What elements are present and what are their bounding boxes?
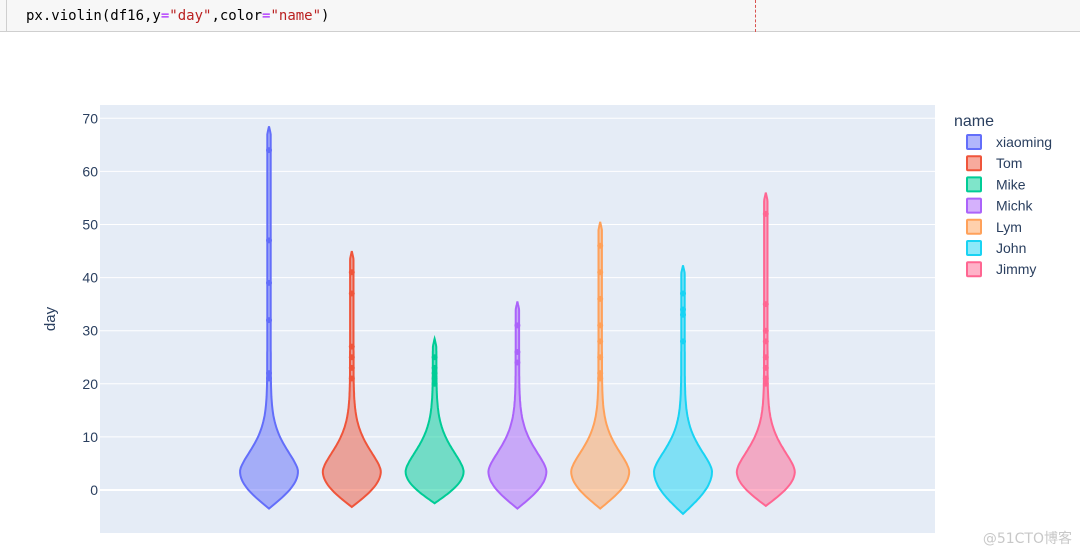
outlier-point[interactable] <box>597 375 604 382</box>
legend-swatch <box>966 197 982 214</box>
legend-item-Mike[interactable]: Mike <box>966 176 1026 193</box>
legend-label: John <box>996 240 1026 256</box>
legend-label: Tom <box>996 155 1022 171</box>
outlier-point[interactable] <box>680 290 686 297</box>
outlier-point[interactable] <box>431 364 438 371</box>
legend-title: name <box>954 113 994 130</box>
outlier-point[interactable] <box>597 354 604 361</box>
legend-label: Jimmy <box>996 261 1036 277</box>
outlier-point[interactable] <box>597 269 604 276</box>
y-tick-label: 70 <box>82 110 98 126</box>
outlier-point[interactable] <box>762 364 769 371</box>
y-tick-label: 0 <box>90 482 98 498</box>
legend-swatch <box>966 240 982 256</box>
y-tick-label: 30 <box>82 323 98 339</box>
outlier-point[interactable] <box>266 375 272 382</box>
outlier-point[interactable] <box>762 327 769 334</box>
outlier-point[interactable] <box>514 348 521 355</box>
legend-swatch <box>966 261 982 278</box>
outlier-point[interactable] <box>680 338 686 345</box>
legend-swatch <box>966 218 982 235</box>
outlier-point[interactable] <box>597 322 604 329</box>
outlier-point[interactable] <box>266 147 272 154</box>
outlier-point[interactable] <box>597 295 604 302</box>
legend-item-Jimmy[interactable]: Jimmy <box>966 261 1036 278</box>
outlier-point[interactable] <box>431 375 438 382</box>
legend-item-Michk[interactable]: Michk <box>966 197 1034 214</box>
legend-item-Tom[interactable]: Tom <box>966 155 1022 172</box>
outlier-point[interactable] <box>431 380 438 387</box>
outlier-point[interactable] <box>680 306 686 313</box>
outlier-point[interactable] <box>762 301 769 308</box>
legend: xiaoming Tom Mike Michk Lym John Jimmy <box>966 134 1052 278</box>
watermark: @51CTO博客 <box>982 531 1072 547</box>
legend-swatch <box>966 155 982 172</box>
y-tick-label: 20 <box>82 376 98 392</box>
y-axis-label: day <box>42 306 59 331</box>
legend-item-xiaoming[interactable]: xiaoming <box>966 134 1052 150</box>
outlier-point[interactable] <box>514 322 521 329</box>
outlier-point[interactable] <box>762 338 769 345</box>
violin-chart[interactable]: 0 10 20 30 40 50 60 70 day name xiaoming Tom Mike… <box>0 0 1080 556</box>
legend-label: Mike <box>996 176 1026 192</box>
outlier-point[interactable] <box>680 311 686 318</box>
outlier-point[interactable] <box>348 269 355 276</box>
outlier-point[interactable] <box>348 343 355 350</box>
legend-label: Michk <box>996 198 1034 214</box>
outlier-point[interactable] <box>348 354 355 361</box>
outlier-point[interactable] <box>597 338 604 345</box>
y-tick-label: 60 <box>82 163 98 179</box>
outlier-point[interactable] <box>348 290 355 297</box>
outlier-point[interactable] <box>266 279 272 286</box>
outlier-point[interactable] <box>762 380 769 387</box>
legend-swatch <box>966 176 982 193</box>
outlier-point[interactable] <box>762 210 769 217</box>
outlier-point[interactable] <box>431 354 438 361</box>
y-tick-label: 50 <box>82 217 98 233</box>
outlier-point[interactable] <box>514 359 521 366</box>
legend-label: Lym <box>996 219 1022 235</box>
legend-item-Lym[interactable]: Lym <box>966 218 1022 235</box>
outlier-point[interactable] <box>762 354 769 361</box>
outlier-point[interactable] <box>266 237 272 244</box>
legend-item-John[interactable]: John <box>966 240 1026 256</box>
outlier-point[interactable] <box>348 364 355 371</box>
outlier-point[interactable] <box>597 242 604 249</box>
outlier-point[interactable] <box>762 375 769 382</box>
y-tick-label: 10 <box>82 429 98 445</box>
outlier-point[interactable] <box>266 370 272 377</box>
outlier-point[interactable] <box>348 375 355 382</box>
outlier-point[interactable] <box>597 370 604 377</box>
outlier-point[interactable] <box>431 370 438 377</box>
y-tick-labels: 0 10 20 30 40 50 60 70 <box>82 110 98 498</box>
legend-label: xiaoming <box>996 134 1052 150</box>
legend-swatch <box>966 134 982 150</box>
outlier-point[interactable] <box>266 317 272 324</box>
y-tick-label: 40 <box>82 270 98 286</box>
